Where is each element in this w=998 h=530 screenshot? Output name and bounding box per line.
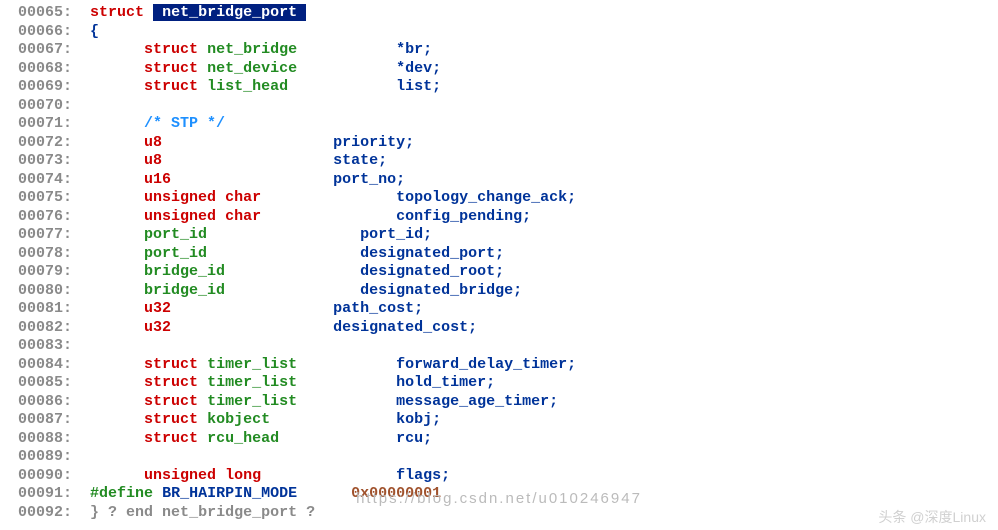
code-view: 00065: struct net_bridge_port 00066: { 0… xyxy=(0,0,998,522)
signature-text: 头条 @深度Linux xyxy=(878,508,986,527)
